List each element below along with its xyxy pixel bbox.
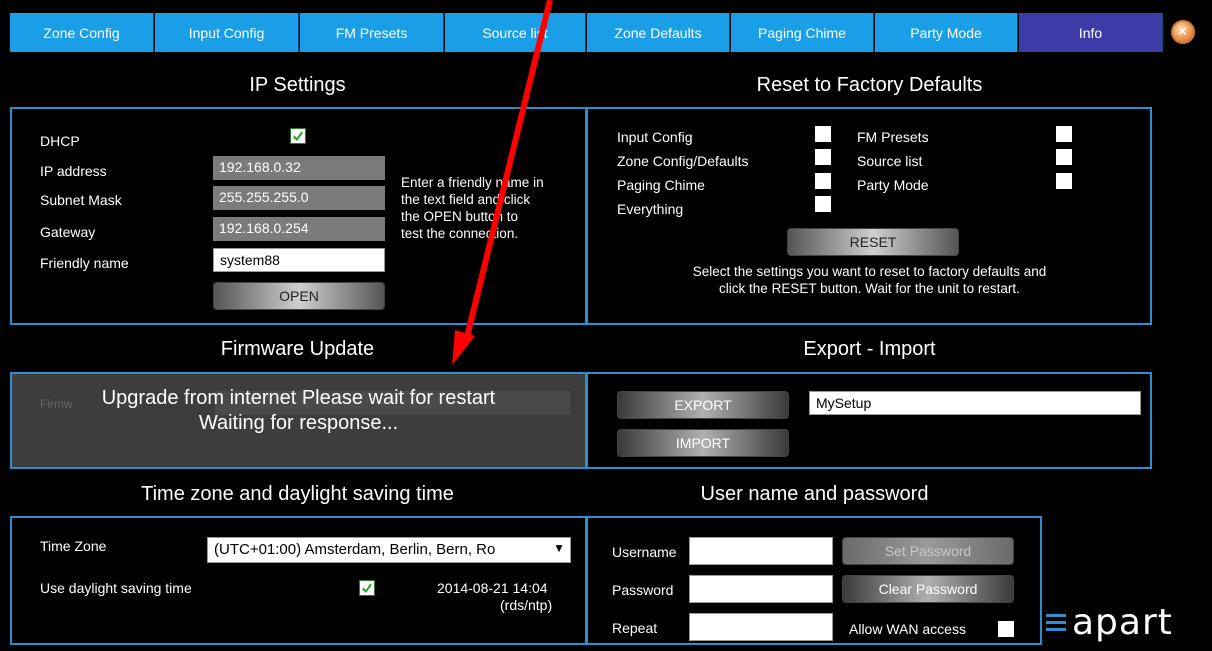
annotation-arrow [452,0,553,365]
